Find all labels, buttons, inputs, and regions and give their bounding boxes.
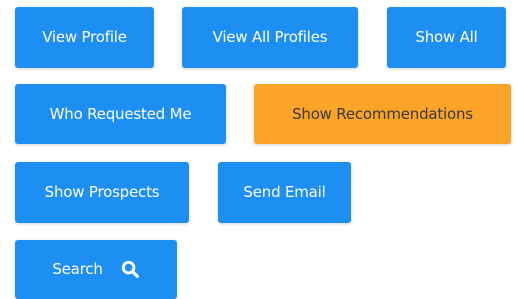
show-recommendations-label: Show Recommendations	[292, 104, 473, 123]
who-requested-me-label: Who Requested Me	[49, 104, 192, 123]
show-prospects-button[interactable]: Show Prospects	[15, 162, 189, 223]
search-label: Search	[52, 260, 103, 278]
show-prospects-label: Show Prospects	[44, 183, 160, 201]
search-button[interactable]: Search	[15, 240, 177, 299]
show-all-label: Show All	[415, 28, 478, 46]
search-icon	[121, 260, 140, 279]
send-email-label: Send Email	[243, 183, 326, 201]
view-profile-button[interactable]: View Profile	[15, 7, 154, 68]
view-all-profiles-label: View All Profiles	[212, 28, 328, 46]
send-email-button[interactable]: Send Email	[218, 162, 351, 223]
who-requested-me-button[interactable]: Who Requested Me	[15, 84, 226, 144]
show-recommendations-button[interactable]: Show Recommendations	[254, 84, 511, 144]
view-profile-label: View Profile	[42, 28, 127, 46]
view-all-profiles-button[interactable]: View All Profiles	[182, 7, 358, 68]
show-all-button[interactable]: Show All	[387, 7, 506, 68]
